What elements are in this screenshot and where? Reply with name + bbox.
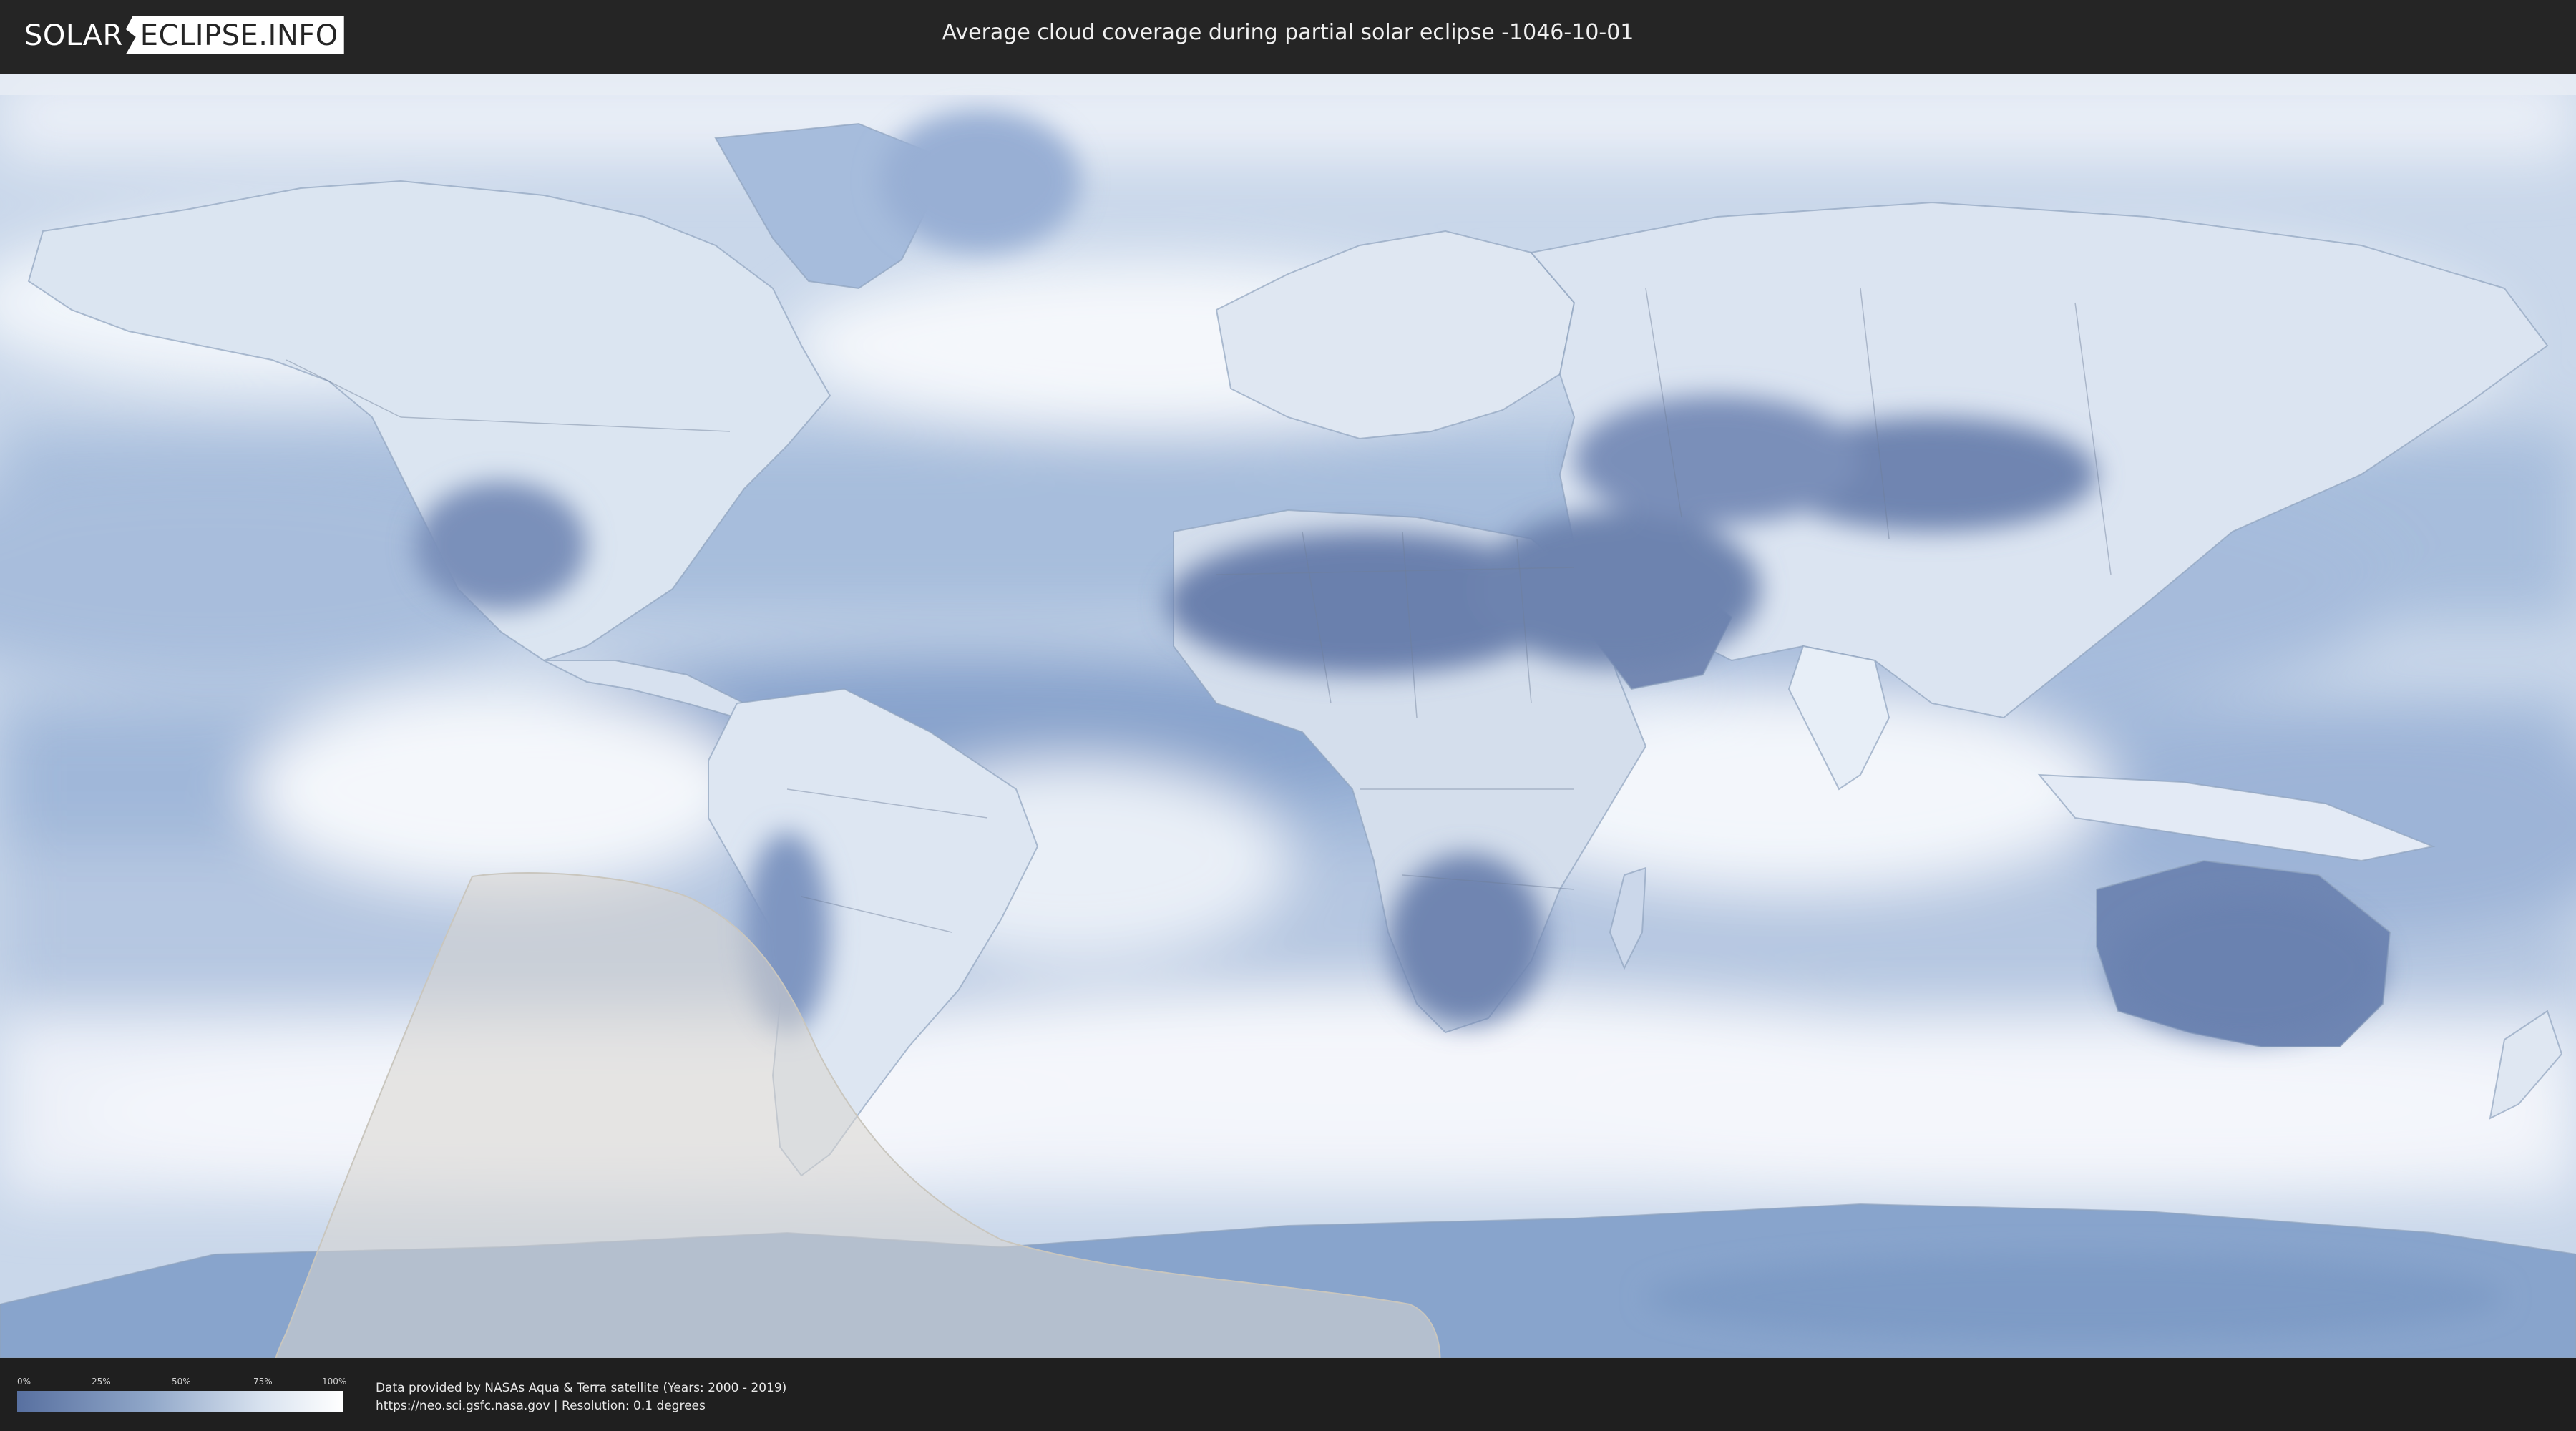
cloud-coverage-legend-bar <box>17 1391 343 1412</box>
legend-tick: 100% <box>322 1377 347 1387</box>
data-credits: Data provided by NASAs Aqua & Terra sate… <box>376 1379 786 1415</box>
legend-tick-labels: 0% 25% 50% 75% 100% <box>17 1377 347 1388</box>
header: SOLAR ECLIPSE.INFO Average cloud coverag… <box>0 0 2576 72</box>
map-top-edge <box>0 74 2576 95</box>
credit-line-url[interactable]: https://neo.sci.gsfc.nasa.gov | Resoluti… <box>376 1397 786 1415</box>
legend-tick: 25% <box>92 1377 111 1387</box>
credit-line-source: Data provided by NASAs Aqua & Terra sate… <box>376 1381 787 1395</box>
cloud-coverage-map <box>0 74 2576 1358</box>
legend-tick: 0% <box>17 1377 31 1387</box>
legend-tick: 75% <box>253 1377 273 1387</box>
page-title: Average cloud coverage during partial so… <box>942 20 1634 45</box>
legend-tick: 50% <box>172 1377 191 1387</box>
world-map-svg <box>0 74 2576 1358</box>
